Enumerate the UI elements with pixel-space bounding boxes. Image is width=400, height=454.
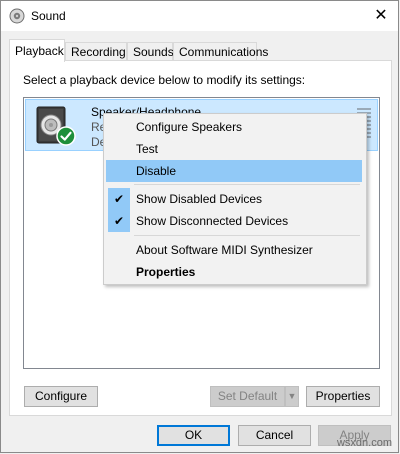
speaker-icon [9,8,25,24]
menu-separator [134,184,360,185]
menu-item-disable[interactable]: Disable [106,160,362,182]
instruction-text: Select a playback device below to modify… [23,73,306,87]
tab-playback[interactable]: Playback [9,39,65,62]
default-device-check-icon [56,126,76,146]
properties-button[interactable]: Properties [306,386,380,407]
speaker-device-icon [36,106,76,146]
checkmark-icon: ✔ [108,188,130,210]
menu-item-show-disconnected-devices[interactable]: ✔ Show Disconnected Devices [106,210,362,232]
tab-communications[interactable]: Communications [173,42,268,61]
tab-recording[interactable]: Recording [65,42,127,61]
close-icon: ✕ [374,7,388,24]
window-title: Sound [31,9,66,23]
close-button[interactable]: ✕ [364,1,398,31]
menu-item-properties[interactable]: Properties [106,261,362,283]
menu-item-test[interactable]: Test [106,138,362,160]
menu-item-label: Show Disabled Devices [136,192,263,206]
checkmark-icon: ✔ [108,210,130,232]
watermark: wsxdn.com [336,437,392,449]
device-context-menu: Configure Speakers Test Disable ✔ Show D… [103,113,367,285]
set-default-button[interactable]: Set Default [210,386,285,407]
title-bar[interactable]: Sound ✕ [1,1,398,31]
menu-item-configure-speakers[interactable]: Configure Speakers [106,116,362,138]
tab-sounds[interactable]: Sounds [127,42,174,61]
menu-separator [134,235,360,236]
set-default-dropdown[interactable]: ▼ [285,386,299,407]
chevron-down-icon: ▼ [287,391,297,401]
menu-item-show-disabled-devices[interactable]: ✔ Show Disabled Devices [106,188,362,210]
ok-button[interactable]: OK [157,425,230,446]
configure-button[interactable]: Configure [24,386,98,407]
cancel-button[interactable]: Cancel [238,425,311,446]
menu-item-about-midi-synthesizer[interactable]: About Software MIDI Synthesizer [106,239,362,261]
menu-item-label: Show Disconnected Devices [136,214,289,228]
